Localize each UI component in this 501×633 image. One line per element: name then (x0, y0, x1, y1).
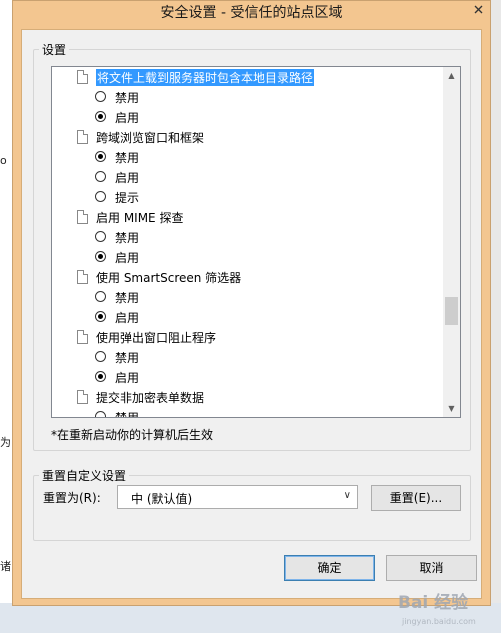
radio-label: 启用 (115, 311, 140, 325)
ok-button[interactable]: 确定 (284, 555, 375, 581)
document-fold (83, 70, 88, 75)
radio-button[interactable] (95, 411, 106, 417)
radio-button[interactable] (95, 231, 106, 242)
radio-button[interactable] (95, 111, 106, 122)
setting-label: 提交非加密表单数据 (96, 391, 205, 405)
radio-dot (98, 374, 103, 379)
reset-group-label: 重置自定义设置 (39, 467, 130, 484)
scroll-down-arrow-icon[interactable]: ▼ (443, 400, 460, 417)
background-edge-text: 诸 (0, 560, 11, 573)
radio-dot (98, 114, 103, 119)
radio-button[interactable] (95, 371, 106, 382)
radio-label: 启用 (115, 171, 140, 185)
background-edge-text: 为 (0, 436, 11, 449)
radio-button[interactable] (95, 251, 106, 262)
reset-button[interactable]: 重置(E)... (371, 485, 461, 511)
document-icon (77, 210, 88, 224)
reset-for-label: 重置为(R): (43, 491, 101, 505)
background-edge-text: o (0, 154, 7, 167)
radio-button[interactable] (95, 311, 106, 322)
reset-level-value: 中 (默认值) (131, 492, 193, 506)
radio-label: 禁用 (115, 291, 140, 305)
settings-tree-list[interactable]: 将文件上载到服务器时包含本地目录路径 禁用 启用 跨域浏览窗口和框架 禁用 启用 提示 启用 … (51, 66, 461, 418)
document-fold (83, 330, 88, 335)
document-icon (77, 390, 88, 404)
radio-label: 启用 (115, 251, 140, 265)
watermark-text: Bai 经验 (398, 593, 469, 613)
radio-button[interactable] (95, 291, 106, 302)
radio-dot (98, 154, 103, 159)
chevron-down-icon: ∨ (343, 490, 351, 501)
setting-label: 使用 SmartScreen 筛选器 (96, 271, 242, 285)
radio-button[interactable] (95, 91, 106, 102)
radio-button[interactable] (95, 191, 106, 202)
dialog-title: 安全设置 - 受信任的站点区域 (160, 5, 343, 21)
scroll-thumb[interactable] (445, 297, 458, 325)
document-fold (83, 390, 88, 395)
setting-label: 使用弹出窗口阻止程序 (96, 331, 217, 345)
radio-dot (98, 254, 103, 259)
radio-label: 禁用 (115, 351, 140, 365)
watermark: Bai 经验 jingyan.baidu.com (398, 588, 498, 632)
restart-note: *在重新启动你的计算机后生效 (51, 428, 214, 442)
document-fold (83, 210, 88, 215)
radio-label: 启用 (115, 111, 140, 125)
radio-label: 禁用 (115, 231, 140, 245)
radio-label: 禁用 (115, 151, 140, 165)
document-fold (83, 270, 88, 275)
document-fold (83, 130, 88, 135)
document-icon (77, 270, 88, 284)
scroll-up-arrow-icon[interactable]: ▲ (443, 67, 460, 84)
settings-group-label: 设置 (39, 41, 70, 58)
radio-label: 提示 (115, 191, 140, 205)
document-icon (77, 130, 88, 144)
radio-dot (98, 314, 103, 319)
security-settings-dialog: 安全设置 - 受信任的站点区域 设置 将文件上载到服务器时包含本地目录路径 禁用启… (12, 0, 491, 606)
document-icon (77, 70, 88, 84)
reset-level-select[interactable]: 中 (默认值) ∨ (117, 485, 358, 509)
cancel-button[interactable]: 取消 (386, 555, 477, 581)
radio-button[interactable] (95, 151, 106, 162)
radio-label: 启用 (115, 371, 140, 385)
document-icon (77, 330, 88, 344)
setting-label: 跨域浏览窗口和框架 (96, 131, 205, 145)
dialog-client-area: 设置 将文件上载到服务器时包含本地目录路径 禁用 启用 跨域浏览窗口和框架 禁用 启用 提示… (21, 29, 482, 599)
setting-label: 将文件上载到服务器时包含本地目录路径 (96, 69, 315, 86)
radio-button[interactable] (95, 171, 106, 182)
radio-button[interactable] (95, 351, 106, 362)
watermark-url: jingyan.baidu.com (402, 617, 476, 626)
vertical-scrollbar[interactable]: ▲ ▼ (443, 67, 460, 417)
close-button[interactable] (467, 1, 490, 21)
close-icon[interactable] (467, 1, 490, 21)
setting-label: 启用 MIME 探查 (96, 211, 184, 225)
radio-label: 禁用 (115, 411, 140, 418)
radio-label: 禁用 (115, 91, 140, 105)
